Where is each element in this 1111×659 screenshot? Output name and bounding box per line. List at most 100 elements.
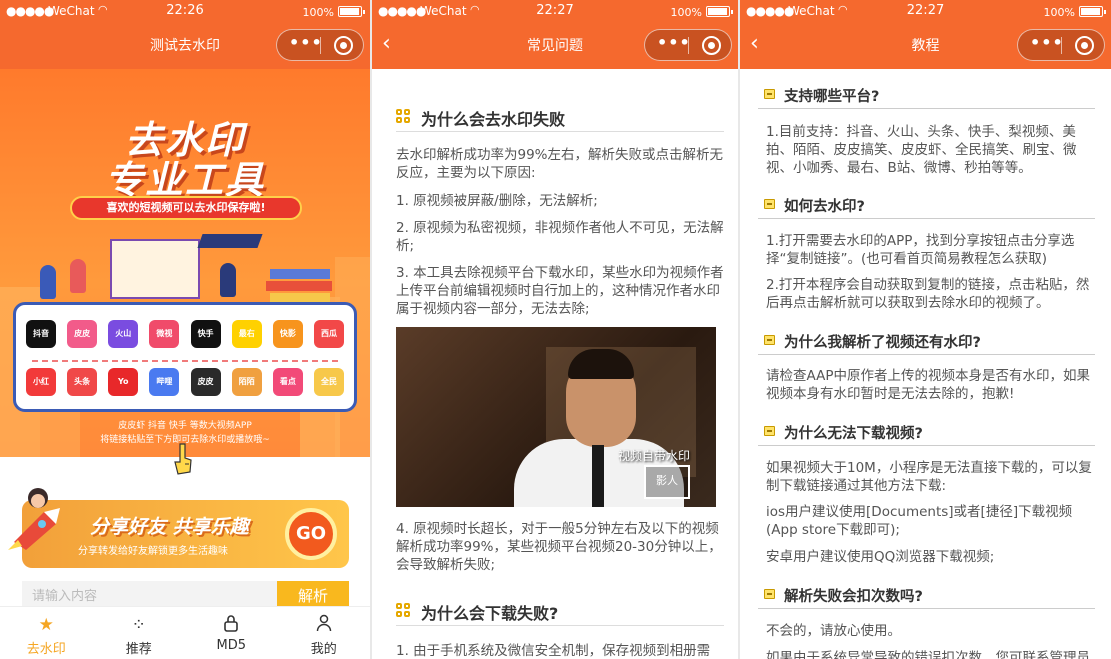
nav-bar: ●●●●● WeChat ◠ 22:26 100% 测试去水印 ••• <box>0 0 370 69</box>
note-icon <box>764 426 775 436</box>
watermark-example-image: 视频自带水印 影人 <box>396 327 716 507</box>
tutorial-paragraph: 1.打开需要去水印的APP，找到分享按钮点击分享选择“复制链接”。(也可看首页简… <box>766 233 1075 267</box>
platform-app-icon: 小红 <box>26 368 56 396</box>
faq-screen: ●●●●● WeChat ◠ 22:27 100% ‹ 常见问题 ••• 为什么… <box>372 0 738 659</box>
faq-item: 1. 原视频被屏蔽/删除，无法解析; <box>396 193 598 209</box>
platform-app-icon: 最右 <box>231 320 262 348</box>
miniprogram-capsule[interactable]: ••• <box>276 29 364 61</box>
page-title: 常见问题 <box>527 38 583 54</box>
faq-heading: 为什么会去水印失败 <box>396 102 724 132</box>
tab-mine[interactable]: 我的 <box>278 607 371 659</box>
tutorial-paragraph: 如果由于系统异常导致的错误扣次数，您可联系管理员 <box>766 650 1090 659</box>
battery-label: 100% <box>1043 6 1075 19</box>
tutorial-paragraph: 不会的，请放心使用。 <box>766 623 901 639</box>
tutorial-paragraph: 1.目前支持：抖音、火山、头条、快手、梨视频、美拍、陌陌、皮皮搞笑、皮皮虾、全民… <box>766 124 1077 176</box>
faq-item: 4. 原视频时长超长，对于一般5分钟左右及以下的视频解析成功率99%，某些视频平… <box>396 521 722 573</box>
banner-platforms: 皮皮虾 抖音 快手 等数大视频APP <box>118 421 252 431</box>
platform-app-icon: 皮皮 <box>67 320 98 348</box>
close-circle-icon[interactable] <box>334 36 353 55</box>
close-circle-icon[interactable] <box>1075 36 1094 55</box>
share-title: 分享好友 共享乐趣 <box>90 516 249 538</box>
back-icon[interactable]: ‹ <box>750 33 770 58</box>
share-subtitle: 分享转发给好友解锁更多生活趣味 <box>78 546 228 557</box>
close-circle-icon[interactable] <box>702 36 721 55</box>
note-icon <box>764 199 775 209</box>
tutorial-paragraph: 如果视频大于10M，小程序是无法直接下载的，可以复制下载链接通过其他方法下载: <box>766 460 1092 494</box>
platform-app-icon: 快影 <box>272 320 303 348</box>
page-title: 教程 <box>911 38 940 54</box>
battery-icon <box>1079 6 1106 17</box>
platform-app-icon: 陌陌 <box>231 368 262 396</box>
faq-item: 2. 原视频为私密视频，非视频作者他人不可见，无法解析; <box>396 220 724 254</box>
status-bar: ●●●●● WeChat ◠ 22:27 100% <box>372 0 738 24</box>
pointing-hand-icon <box>174 443 192 475</box>
platform-icons-card: 抖音 皮皮 火山 微视 快手 最右 快影 西瓜 小红 头条 Yo 哔哩 皮皮 陌陌 看点 全民 <box>13 302 357 412</box>
tutorial-paragraph: 请检查AAP中原作者上传的视频本身是否有水印，如果视频本身有水印暂时是无法去除的… <box>766 368 1090 402</box>
home-screen: ●●●●● WeChat ◠ 22:26 100% 测试去水印 ••• 去水印 … <box>0 0 370 659</box>
battery-icon <box>338 6 365 17</box>
grid-icon: ⁘ <box>131 615 146 635</box>
back-icon[interactable]: ‹ <box>382 33 402 58</box>
page-title: 测试去水印 <box>150 38 220 54</box>
status-bar: ●●●●● WeChat ◠ 22:27 100% <box>740 0 1111 24</box>
tutorial-paragraph: ios用户建议使用[Documents]或者[捷径]下载视频(App store… <box>766 504 1073 538</box>
tutorial-heading: 如何去水印? <box>758 187 1095 219</box>
banner-pill: 喜欢的短视频可以去水印保存啦! <box>70 196 302 220</box>
platform-app-icon: 火山 <box>108 320 139 348</box>
video-watermark-text: 视频自带水印 <box>618 449 691 463</box>
tutorial-heading: 为什么无法下载视频? <box>758 414 1095 446</box>
platform-app-icon: Yo <box>108 368 139 396</box>
tab-bar: ★ 去水印 ⁘ 推荐 MD5 我的 <box>0 606 370 659</box>
battery-label: 100% <box>670 6 702 19</box>
banner-illustration <box>30 229 340 304</box>
video-logo: 影人 <box>644 465 690 499</box>
faq-item: 1. 由于手机系统及微信安全机制，保存视频到相册需 <box>396 643 711 659</box>
tab-dewatermark[interactable]: ★ 去水印 <box>0 607 93 659</box>
more-icon[interactable]: ••• <box>289 33 323 52</box>
platform-app-icon: 西瓜 <box>313 320 344 348</box>
platform-row-1: 抖音 皮皮 火山 微视 快手 最右 快影 西瓜 <box>26 320 344 348</box>
miniprogram-capsule[interactable]: ••• <box>644 29 732 61</box>
battery-icon <box>706 6 733 17</box>
rocket-girl-illustration <box>8 488 60 550</box>
apps-icon <box>396 603 412 619</box>
more-icon[interactable]: ••• <box>657 33 691 52</box>
tutorial-paragraph: 2.打开本程序会自动获取到复制的链接，点击粘贴，然后再点击解析就可以获取到去除水… <box>766 277 1090 311</box>
platform-app-icon: 皮皮 <box>190 368 221 396</box>
faq-intro: 去水印解析成功率为99%左右，解析失败或点击解析无反应，主要为以下原因: <box>396 147 724 181</box>
lock-icon <box>185 614 278 636</box>
more-icon[interactable]: ••• <box>1030 33 1064 52</box>
platform-app-icon: 微视 <box>149 320 180 348</box>
note-icon <box>764 589 775 599</box>
tutorial-paragraph: 安卓用户建议使用QQ浏览器下载视频; <box>766 549 995 565</box>
platform-app-icon: 头条 <box>67 368 98 396</box>
promo-banner: 去水印 专业工具 喜欢的短视频可以去水印保存啦! 抖音 皮皮 火山 微视 快手 最右 快影西… <box>0 69 370 457</box>
platform-app-icon: 抖音 <box>26 320 56 348</box>
platform-app-icon: 看点 <box>272 368 303 396</box>
tab-recommend[interactable]: ⁘ 推荐 <box>93 607 186 659</box>
tutorial-heading: 支持哪些平台? <box>758 77 1095 109</box>
platform-app-icon: 快手 <box>190 320 221 348</box>
miniprogram-capsule[interactable]: ••• <box>1017 29 1105 61</box>
note-icon <box>764 89 775 99</box>
note-icon <box>764 335 775 345</box>
platform-row-2: 小红 头条 Yo 哔哩 皮皮 陌陌 看点 全民 <box>26 368 344 396</box>
tutorial-heading: 为什么我解析了视频还有水印? <box>758 323 1095 355</box>
grad-cap-icon <box>197 234 263 248</box>
faq-heading: 为什么会下载失败? <box>396 596 724 626</box>
nav-bar: ●●●●● WeChat ◠ 22:27 100% ‹ 教程 ••• <box>740 0 1111 69</box>
platform-app-icon: 哔哩 <box>149 368 180 396</box>
battery-label: 100% <box>302 6 334 19</box>
share-banner[interactable]: 分享好友 共享乐趣 分享转发给好友解锁更多生活趣味 GO <box>22 500 349 568</box>
faq-item: 3. 本工具去除视频平台下载水印，某些水印为视频作者上传平台前编辑视频时自行加上… <box>396 265 724 317</box>
apps-icon <box>396 109 412 125</box>
go-button[interactable]: GO <box>285 508 337 560</box>
tutorial-screen: ●●●●● WeChat ◠ 22:27 100% ‹ 教程 ••• 支持哪些平… <box>740 0 1111 659</box>
user-icon <box>278 614 371 636</box>
tutorial-heading: 解析失败会扣次数吗? <box>758 577 1095 609</box>
tab-md5[interactable]: MD5 <box>185 607 278 659</box>
nav-bar: ●●●●● WeChat ◠ 22:27 100% ‹ 常见问题 ••• <box>372 0 738 69</box>
star-icon: ★ <box>38 615 54 635</box>
status-bar: ●●●●● WeChat ◠ 22:26 100% <box>0 0 370 24</box>
platform-app-icon: 全民 <box>313 368 344 396</box>
